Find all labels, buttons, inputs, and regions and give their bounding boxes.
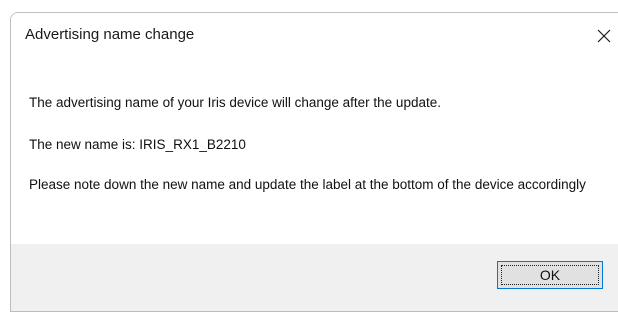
message-line-2: The new name is: IRIS_RX1_B2210 — [29, 137, 246, 152]
title-bar: Advertising name change — [11, 13, 618, 58]
close-button[interactable] — [581, 13, 618, 58]
message-line-3: Please note down the new name and update… — [29, 177, 586, 192]
close-icon — [597, 29, 611, 42]
dialog-window: Advertising name change The advertising … — [10, 12, 618, 312]
message-line-1: The advertising name of your Iris device… — [29, 95, 441, 110]
dialog-title: Advertising name change — [25, 26, 195, 43]
ok-button[interactable]: OK — [497, 261, 603, 289]
dialog-body: The advertising name of your Iris device… — [11, 58, 618, 244]
focus-ring — [501, 265, 599, 285]
dialog-footer: OK — [11, 244, 618, 311]
